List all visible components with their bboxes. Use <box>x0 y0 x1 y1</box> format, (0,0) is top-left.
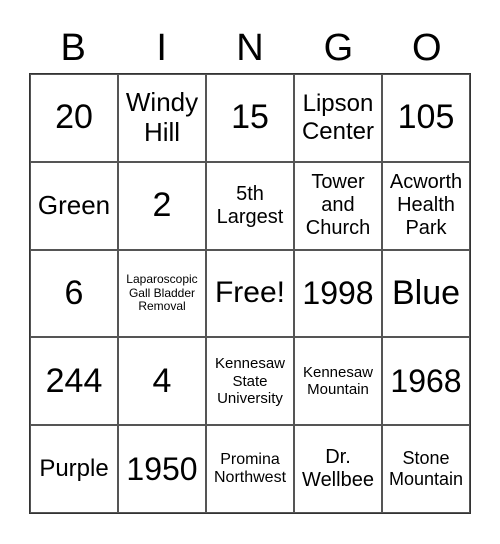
bingo-cell[interactable]: 244 <box>30 337 118 426</box>
bingo-cell[interactable]: Promina Northwest <box>206 425 294 513</box>
bingo-cell[interactable]: Dr. Wellbee <box>294 425 382 513</box>
bingo-cell[interactable]: Stone Mountain <box>382 425 470 513</box>
header-letter-o: O <box>412 27 442 69</box>
bingo-cell[interactable]: Green <box>30 161 118 250</box>
bingo-cell[interactable]: 105 <box>382 74 470 162</box>
bingo-cell[interactable]: Lipson Center <box>294 74 382 162</box>
bingo-cell[interactable]: 6 <box>30 249 118 338</box>
bingo-cell[interactable]: 20 <box>30 74 118 162</box>
bingo-cell[interactable]: Acworth Health Park <box>382 161 470 250</box>
header-letter-n: N <box>236 27 264 69</box>
bingo-grid: 20 Windy Hill 15 Lipson Center 105 Green 2 5th … <box>29 73 471 514</box>
bingo-cell[interactable]: 15 <box>206 74 294 162</box>
bingo-cell[interactable]: 1998 <box>294 249 382 338</box>
bingo-cell[interactable]: 1968 <box>382 337 470 426</box>
bingo-cell[interactable]: 5th Largest <box>206 161 294 250</box>
header-letter-g: G <box>323 27 354 69</box>
bingo-header: B I N G O <box>29 22 471 74</box>
bingo-cell[interactable]: 2 <box>118 161 206 250</box>
bingo-cell[interactable]: 1950 <box>118 425 206 513</box>
bingo-cell[interactable]: Blue <box>382 249 470 338</box>
bingo-cell[interactable]: 4 <box>118 337 206 426</box>
bingo-cell[interactable]: Kennesaw State University <box>206 337 294 426</box>
free-space-cell[interactable]: Free! <box>206 249 294 338</box>
bingo-cell[interactable]: Laparoscopic Gall Bladder Removal <box>118 249 206 338</box>
header-letter-b: B <box>60 27 86 69</box>
bingo-cell[interactable]: Kennesaw Mountain <box>294 337 382 426</box>
header-letter-i: I <box>156 27 167 69</box>
bingo-cell[interactable]: Purple <box>30 425 118 513</box>
bingo-cell[interactable]: Windy Hill <box>118 74 206 162</box>
bingo-cell[interactable]: Tower and Church <box>294 161 382 250</box>
